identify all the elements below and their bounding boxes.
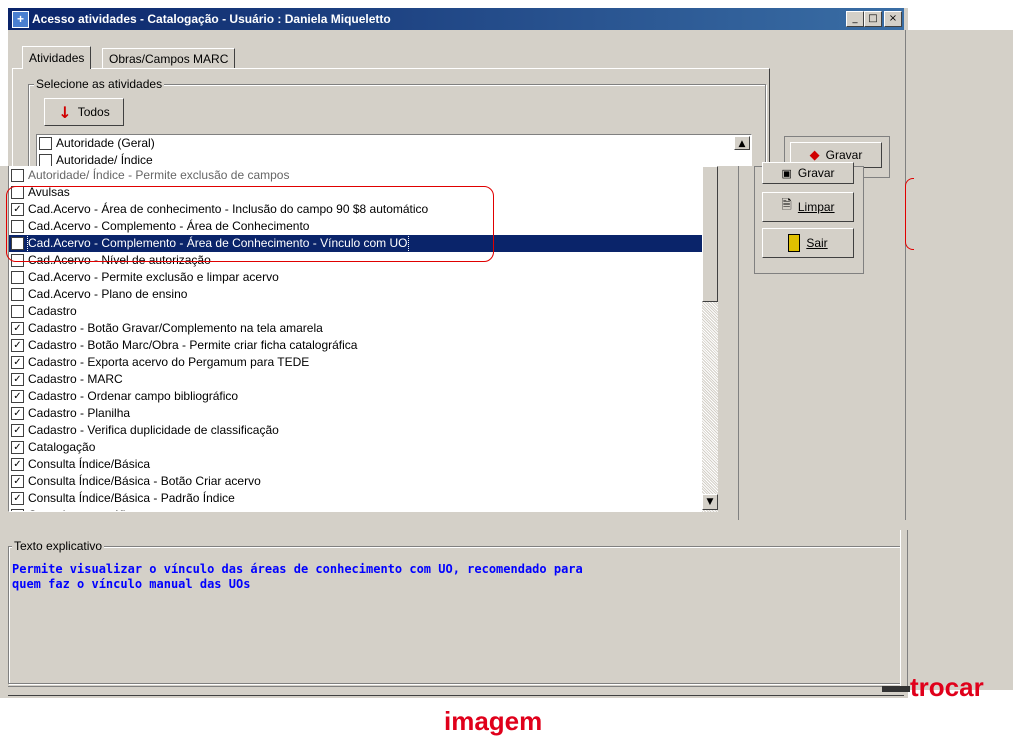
list-item-label: Cadastro - MARC <box>28 372 123 386</box>
checkbox[interactable]: ✓ <box>11 322 24 335</box>
list-item-label: Cadastro - Ordenar campo bibliográfico <box>28 389 239 403</box>
list-item-label: Consulta topográfico <box>28 507 138 511</box>
list-item[interactable]: ✓ Catalogação <box>9 439 709 456</box>
list-item-label: Cadastro - Exporta acervo do Pergamum pa… <box>28 355 310 369</box>
explanation-label: Texto explicativo <box>12 539 105 553</box>
list-item[interactable]: Cadastro <box>9 303 709 320</box>
list-item-label: Catalogação <box>28 440 96 454</box>
list-item[interactable]: ✓ Consulta Índice/Básica - Padrão Índice <box>9 490 709 507</box>
document-icon: 🗎 <box>781 197 792 212</box>
list-item-label: Cadastro - Verifica duplicidade de class… <box>28 423 279 437</box>
sair-button[interactable]: Sair <box>762 228 854 258</box>
gravar-button[interactable]: ▣ Gravar <box>762 162 854 184</box>
list-item-label: Consulta Índice/Básica - Padrão Índice <box>28 491 235 505</box>
separator <box>738 166 753 522</box>
todos-button[interactable]: ↓ Todos <box>44 98 124 126</box>
checkbox[interactable]: ✓ <box>11 492 24 505</box>
list-item-label: Consulta Índice/Básica <box>28 457 151 471</box>
list-item[interactable]: ✓ Cadastro - Verifica duplicidade de clas… <box>9 422 709 439</box>
list-item[interactable]: ✓ Consulta Índice/Básica - Botão Criar ac… <box>9 473 709 490</box>
close-button[interactable]: × <box>884 11 902 27</box>
app-icon: + <box>12 11 29 28</box>
checkbox[interactable] <box>39 137 52 150</box>
scroll-down-arrow-icon[interactable]: ▼ <box>702 494 718 510</box>
list-item-overlap[interactable]: Autoridade/ Índice - Permite exclusão de… <box>9 166 709 184</box>
gravar-label-top: Gravar <box>825 148 863 162</box>
checkbox[interactable]: ✓ <box>11 356 24 369</box>
list-item-label: Consulta Índice/Básica - Botão Criar ace… <box>28 474 261 488</box>
scrollbar-thumb[interactable] <box>702 166 718 302</box>
background-window-edge <box>900 530 908 690</box>
exit-door-icon <box>788 234 801 252</box>
bottom-bar <box>8 686 904 696</box>
explanation-text: Permite visualizar o vínculo das áreas d… <box>12 562 583 591</box>
window-title: Acesso atividades - Catalogação - Usuári… <box>32 12 391 26</box>
caption-line2: imagem <box>444 706 543 736</box>
limpar-label: Limpar <box>797 200 835 214</box>
list-item[interactable]: Autoridade (Geral) <box>37 135 751 152</box>
list-item[interactable]: ✓ Cadastro - Botão Gravar/Complemento na … <box>9 320 709 337</box>
list-item[interactable]: ✓ Cadastro - Planilha <box>9 405 709 422</box>
gravar-label: Gravar <box>797 166 835 180</box>
checkbox[interactable] <box>11 271 24 284</box>
checkbox[interactable]: ✓ <box>11 424 24 437</box>
list-item[interactable]: Cad.Acervo - Plano de ensino <box>9 286 709 303</box>
arrow-down-icon: ↓ <box>58 102 72 122</box>
checkbox[interactable]: ✓ <box>11 373 24 386</box>
list-item[interactable]: Cad.Acervo - Permite exclusão e limpar a… <box>9 269 709 286</box>
list-item[interactable]: ✓ Cadastro - MARC <box>9 371 709 388</box>
highlight-box-fragment <box>905 178 914 250</box>
activity-list-top[interactable]: Autoridade (Geral) Autoridade/ Índice <box>36 134 752 168</box>
list-item-label: Cadastro - Botão Marc/Obra - Permite cri… <box>28 338 358 352</box>
checkbox[interactable]: ✓ <box>11 441 24 454</box>
highlight-box <box>6 186 494 262</box>
checkbox[interactable] <box>11 288 24 301</box>
todos-label: Todos <box>77 105 110 119</box>
scroll-up-arrow-icon[interactable]: ▲ <box>734 136 750 150</box>
tab-obras-campos-marc[interactable]: Obras/Campos MARC <box>102 48 236 69</box>
save-icon: ◆ <box>809 147 820 162</box>
list-item-label: Cadastro <box>28 304 77 318</box>
list-item[interactable]: ✓ Cadastro - Exporta acervo do Pergamum p… <box>9 354 709 371</box>
caption-line1: trocar <box>910 672 984 702</box>
checkbox[interactable]: ✓ <box>11 390 24 403</box>
list-item-label: Cad.Acervo - Plano de ensino <box>28 287 188 301</box>
list-item[interactable]: ✓ Cadastro - Botão Marc/Obra - Permite cr… <box>9 337 709 354</box>
checkbox[interactable]: ✓ <box>11 475 24 488</box>
list-item-label: Cadastro - Planilha <box>28 406 131 420</box>
checkbox[interactable]: ✓ <box>11 407 24 420</box>
list-item[interactable]: ✓ Consulta topográfico <box>9 507 709 511</box>
background-panel <box>905 30 1013 690</box>
checkbox[interactable]: ✓ <box>11 339 24 352</box>
list-item-label: Cad.Acervo - Permite exclusão e limpar a… <box>28 270 279 284</box>
checkbox[interactable]: ✓ <box>11 509 24 511</box>
save-icon: ▣ <box>781 167 792 180</box>
sair-label: Sair <box>806 236 828 250</box>
group-label: Selecione as atividades <box>34 77 165 91</box>
maximize-button[interactable]: □ <box>864 11 882 27</box>
checkbox[interactable] <box>11 305 24 318</box>
tab-atividades[interactable]: Atividades <box>22 46 92 69</box>
minimize-button[interactable]: _ <box>846 11 864 27</box>
dark-bar <box>882 686 910 692</box>
list-item-label: Cadastro - Botão Gravar/Complemento na t… <box>28 321 323 335</box>
checkbox[interactable]: ✓ <box>11 458 24 471</box>
list-item[interactable]: ✓ Cadastro - Ordenar campo bibliográfico <box>9 388 709 405</box>
list-item[interactable]: ✓ Consulta Índice/Básica <box>9 456 709 473</box>
limpar-button[interactable]: 🗎 Limpar <box>762 192 854 222</box>
checkbox[interactable] <box>11 168 24 182</box>
